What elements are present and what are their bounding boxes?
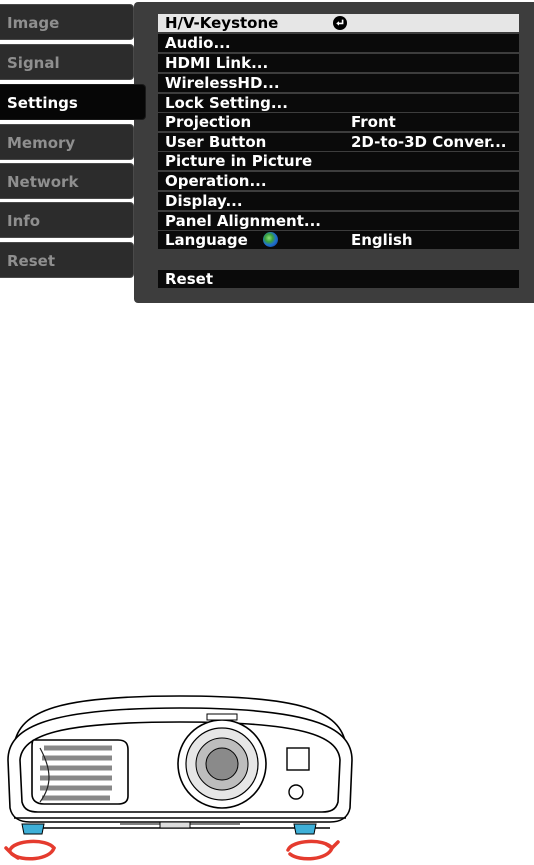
menu-item-value: Front	[351, 113, 396, 131]
menu-item-language[interactable]: Language English	[158, 231, 519, 249]
menu-item-hdmi-link[interactable]: HDMI Link...	[158, 54, 519, 72]
menu-item-label: User Button	[165, 133, 267, 151]
menu-item-panel-alignment[interactable]: Panel Alignment...	[158, 212, 519, 230]
menu-item-user-button[interactable]: User Button 2D-to-3D Conver...	[158, 133, 519, 151]
menu-item-projection[interactable]: Projection Front	[158, 113, 519, 131]
right-foot	[293, 823, 317, 835]
rotate-arrow-icon	[286, 839, 340, 861]
menu-item-reset[interactable]: Reset	[158, 270, 519, 288]
menu-item-wirelesshd[interactable]: WirelessHD...	[158, 74, 519, 92]
rotate-arrow-icon	[4, 839, 56, 861]
menu-item-value: 2D-to-3D Conver...	[351, 133, 507, 151]
ir-receiver	[286, 747, 310, 771]
projector-osd-menu: Image Signal Settings Memory Network Inf…	[0, 0, 534, 305]
menu-item-label: WirelessHD...	[165, 74, 280, 92]
tab-network[interactable]: Network	[0, 163, 134, 199]
menu-item-label: Panel Alignment...	[165, 212, 321, 230]
bottom-vents	[120, 821, 240, 829]
menu-item-label: Language	[165, 231, 248, 249]
menu-item-value: English	[351, 231, 413, 249]
tab-settings[interactable]: Settings	[0, 84, 146, 120]
tab-reset[interactable]: Reset	[0, 242, 134, 278]
tab-info[interactable]: Info	[0, 202, 134, 238]
vent-grille	[31, 739, 129, 805]
power-button	[288, 784, 304, 800]
menu-item-label: Reset	[165, 270, 213, 288]
menu-item-label: Lock Setting...	[165, 94, 288, 112]
menu-item-lock-setting[interactable]: Lock Setting...	[158, 94, 519, 112]
tab-image[interactable]: Image	[0, 4, 134, 40]
menu-item-picture-in-picture[interactable]: Picture in Picture	[158, 152, 519, 170]
menu-item-hv-keystone[interactable]: H/V-Keystone	[158, 14, 519, 32]
tab-memory[interactable]: Memory	[0, 124, 134, 160]
menu-item-display[interactable]: Display...	[158, 192, 519, 210]
enter-icon	[333, 16, 347, 30]
menu-item-label: Picture in Picture	[165, 152, 313, 170]
globe-icon	[263, 232, 279, 247]
left-foot	[21, 823, 45, 835]
menu-item-label: H/V-Keystone	[165, 14, 279, 32]
menu-item-label: Projection	[165, 113, 252, 131]
menu-item-label: Operation...	[165, 172, 267, 190]
menu-item-label: HDMI Link...	[165, 54, 269, 72]
menu-item-label: Display...	[165, 192, 243, 210]
tab-signal[interactable]: Signal	[0, 44, 134, 80]
projector-illustration	[4, 695, 353, 861]
menu-item-label: Audio...	[165, 34, 231, 52]
menu-item-audio[interactable]: Audio...	[158, 34, 519, 52]
menu-item-operation[interactable]: Operation...	[158, 172, 519, 190]
